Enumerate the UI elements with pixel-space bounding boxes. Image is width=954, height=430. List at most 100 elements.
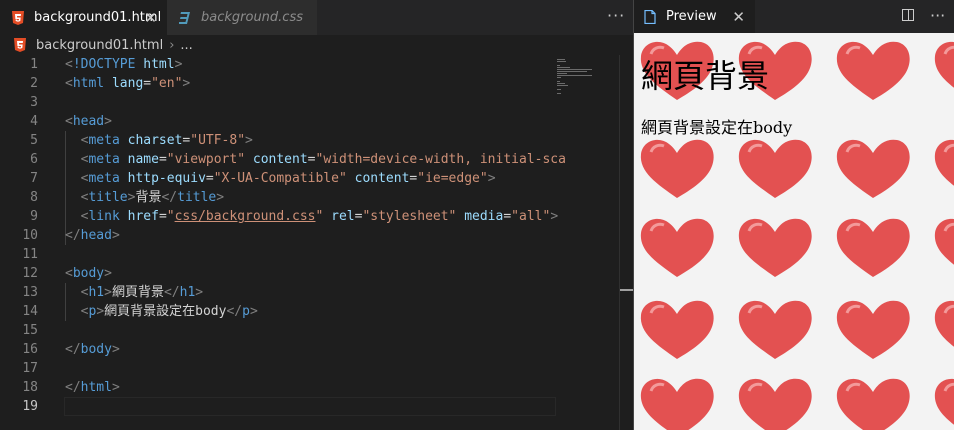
code-text: </body> [65, 340, 120, 359]
code-line[interactable]: 1 <!DOCTYPE html> [0, 55, 555, 74]
breadcrumb-file[interactable]: background01.html [36, 38, 163, 53]
heart-background-tile [738, 139, 812, 198]
code-text: <link href="css/background.css" rel="sty… [65, 207, 558, 226]
line-number: 13 [22, 285, 38, 300]
code-line[interactable]: 16 </body> [0, 340, 555, 359]
code-token: = [158, 209, 167, 224]
code-token: "stylesheet" [362, 209, 457, 224]
close-icon[interactable]: ✕ [144, 9, 157, 27]
line-number: 8 [30, 190, 38, 205]
heart-background-tile [640, 378, 714, 430]
code-token: > [245, 133, 253, 148]
code-line[interactable]: 2 <html lang="en"> [0, 74, 555, 93]
code-editor[interactable]: 1 <!DOCTYPE html> 2 <html lang="en"> 3 4 <head… [0, 55, 566, 430]
heart-background-tile [836, 378, 910, 430]
code-token: href [127, 209, 159, 224]
code-line[interactable]: 3 [0, 93, 555, 112]
code-line[interactable]: 14 <p>網頁背景設定在body</p> [0, 302, 555, 321]
code-text: <title>背景</title> [65, 188, 224, 207]
minimap-line [557, 85, 568, 86]
heart-background-tile [836, 218, 910, 277]
code-line[interactable]: 10 </head> [0, 226, 555, 245]
tab-preview[interactable]: Preview ✕ [634, 0, 755, 33]
code-token: p [242, 304, 250, 319]
code-token: < [65, 114, 73, 129]
code-line[interactable]: 9 <link href="css/background.css" rel="s… [0, 207, 558, 226]
minimap-line [557, 77, 561, 78]
code-token: rel [331, 209, 355, 224]
line-number: 11 [22, 247, 38, 262]
code-line[interactable]: 8 <title>背景</title> [0, 188, 555, 207]
code-token: > [216, 190, 225, 205]
code-line[interactable]: 19 [0, 397, 555, 416]
code-token: body [80, 342, 112, 357]
heart-background-tile [934, 139, 954, 186]
tab-background01-html[interactable]: background01.html ✕ [0, 0, 167, 35]
code-token: "viewport" [166, 152, 246, 167]
line-number: 17 [22, 361, 38, 376]
minimap[interactable] [555, 55, 619, 430]
code-token: </ [161, 190, 178, 205]
code-line[interactable]: 17 [0, 359, 555, 378]
code-token: </ [226, 304, 243, 319]
preview-tab-bar: Preview ✕ ··· [634, 0, 954, 33]
code-token: 網頁背景設定在body [104, 304, 227, 319]
code-text: <meta http-equiv="X-UA-Compatible" conte… [65, 169, 496, 188]
html-file-icon [14, 38, 30, 52]
code-line[interactable]: 7 <meta http-equiv="X-UA-Compatible" con… [0, 169, 555, 188]
code-text: </head> [65, 226, 120, 245]
more-actions-icon[interactable]: ··· [930, 6, 945, 25]
close-icon[interactable]: ✕ [732, 8, 745, 26]
code-line[interactable]: 18 </html> [0, 378, 555, 397]
more-actions-icon[interactable]: ··· [607, 6, 625, 25]
heart-background-tile [934, 378, 954, 425]
code-token: < [65, 57, 73, 72]
code-line[interactable]: 11 [0, 245, 555, 264]
code-token: "UTF-8" [190, 133, 246, 148]
code-token: "all" [511, 209, 551, 224]
line-number: 15 [22, 323, 38, 338]
css-file-icon [177, 10, 193, 26]
code-token: link [88, 209, 120, 224]
code-line[interactable]: 13 <h1>網頁背景</h1> [0, 283, 555, 302]
code-token: = [205, 171, 214, 186]
preview-icon [644, 9, 656, 24]
heart-background-tile [836, 139, 910, 198]
code-token: html [80, 380, 112, 395]
code-token: 背景 [135, 190, 162, 205]
code-token: < [65, 76, 73, 91]
minimap-line [557, 69, 593, 70]
vertical-scrollbar[interactable] [619, 55, 634, 430]
heart-background-tile [738, 378, 812, 430]
code-token: < [65, 266, 73, 281]
code-token: css/background.css [174, 209, 316, 224]
code-line[interactable]: 5 <meta charset="UTF-8"> [0, 131, 555, 150]
minimap-line [557, 61, 566, 62]
code-line[interactable]: 15 [0, 321, 555, 340]
code-token: > [104, 114, 112, 129]
code-line[interactable]: 4 <head> [0, 112, 555, 131]
code-token: = [143, 76, 152, 91]
split-editor-icon[interactable] [902, 9, 914, 21]
code-line[interactable]: 6 <meta name="viewport" content="width=d… [0, 150, 566, 169]
editor-group: background01.html ✕ background.css ··· b… [0, 0, 634, 430]
code-text: <body> [65, 264, 112, 283]
breadcrumb-more[interactable]: ... [180, 38, 192, 53]
chevron-right-icon: › [169, 37, 175, 53]
code-line[interactable]: 12 <body> [0, 264, 555, 283]
tab-label: background01.html [34, 10, 162, 25]
code-token: > [182, 76, 191, 91]
code-token: > [487, 171, 496, 186]
minimap-line [557, 73, 568, 74]
line-number: 5 [30, 133, 38, 148]
preview-heading: 網頁背景 [641, 57, 770, 95]
tab-background-css[interactable]: background.css [167, 0, 317, 35]
